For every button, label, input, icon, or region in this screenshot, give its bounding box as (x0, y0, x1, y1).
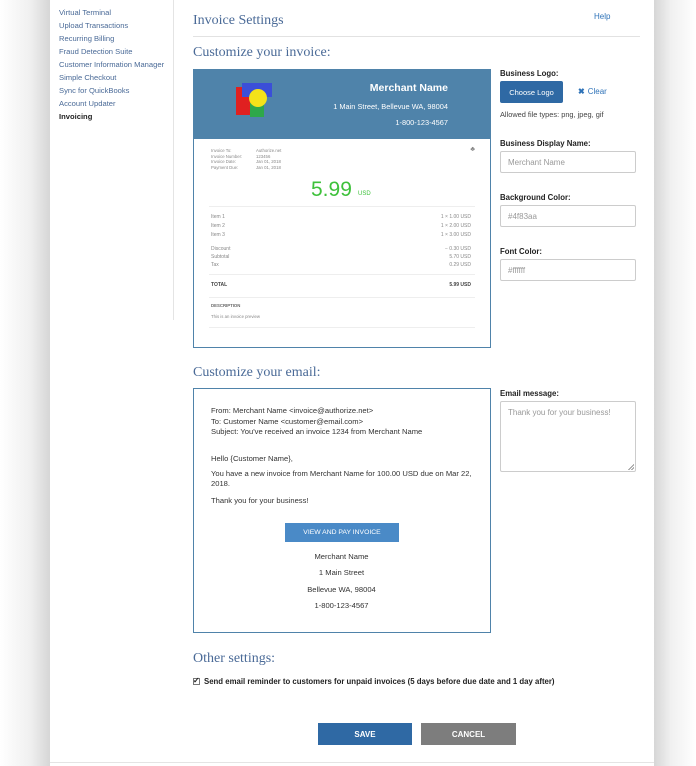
email-body-line: 2018. (211, 479, 231, 488)
email-from: From: Merchant Name <invoice@authorize.n… (211, 406, 374, 415)
meta-value: Jan 01, 2018 (256, 164, 281, 170)
resize-handle-icon[interactable] (628, 464, 634, 470)
merchant-name: Merchant Name (369, 82, 448, 94)
page-shadow-left (0, 0, 50, 766)
meta-value: Jan 01, 2018 (256, 159, 281, 164)
clear-logo-button[interactable]: ✖ Clear (578, 87, 607, 96)
invoice-preview-header: Merchant Name 1 Main Street, Bellevue WA… (194, 70, 490, 139)
display-name-label: Business Display Name: (500, 139, 591, 148)
adjustment-row: Subtotal 5.70 USD (211, 254, 471, 260)
adjustment-value: 0.29 USD (449, 262, 471, 268)
footer-divider (50, 762, 654, 763)
line-item-value: 1 × 3.00 USD (440, 232, 471, 238)
email-city: Bellevue WA, 98004 (307, 585, 376, 594)
font-color-input[interactable]: #ffffff (500, 259, 636, 281)
sidebar-item-simple-checkout[interactable]: Simple Checkout (59, 73, 173, 82)
adjustment-value: 5.70 USD (449, 254, 471, 260)
total-label: TOTAL (211, 282, 228, 288)
invoice-preview-body: Invoice To: Invoice Number: Invoice Date… (206, 145, 477, 335)
sidebar-item-sync-quickbooks[interactable]: Sync for QuickBooks (59, 86, 173, 95)
invoice-preview: Merchant Name 1 Main Street, Bellevue WA… (193, 69, 491, 348)
page-title: Invoice Settings (193, 13, 284, 28)
email-body-line: You have a new invoice from Merchant Nam… (211, 469, 472, 478)
sidebar-item-customer-info-manager[interactable]: Customer Information Manager (59, 60, 173, 69)
sidebar-item-virtual-terminal[interactable]: Virtual Terminal (59, 8, 173, 17)
sidebar-item-fraud-detection[interactable]: Fraud Detection Suite (59, 47, 173, 56)
email-street: 1 Main Street (318, 568, 365, 577)
email-thanks: Thank you for your business! (211, 496, 309, 505)
reminder-checkbox[interactable] (193, 676, 200, 685)
line-item: Item 2 1 × 2.00 USD (211, 223, 471, 229)
line-item-label: Item 2 (211, 223, 225, 229)
divider (209, 274, 475, 275)
merchant-phone: 1-800-123-4567 (395, 118, 448, 127)
line-item: Item 1 1 × 1.00 USD (211, 214, 471, 220)
adjustment-row: Tax 0.29 USD (211, 262, 471, 268)
business-logo-label: Business Logo: (500, 69, 559, 78)
sidebar-item-account-updater[interactable]: Account Updater (59, 99, 173, 108)
invoice-meta-labels: Invoice To: Invoice Number: Invoice Date… (211, 148, 242, 170)
email-greeting: Hello {Customer Name}, (211, 454, 293, 463)
page-shadow-right (654, 0, 696, 766)
help-link[interactable]: Help (594, 12, 610, 21)
email-merchant-name: Merchant Name (314, 552, 369, 561)
font-color-label: Font Color: (500, 247, 543, 256)
email-subject: Subject: You've received an invoice 1234… (211, 427, 423, 436)
sidebar-item-upload-transactions[interactable]: Upload Transactions (59, 21, 173, 30)
cancel-button[interactable]: CANCEL (421, 723, 516, 745)
divider (209, 297, 475, 298)
meta-label: Payment Due: (211, 164, 239, 170)
logo-file-types-hint: Allowed file types: png, jpeg, gif (500, 110, 604, 119)
other-settings-heading: Other settings: (193, 651, 276, 666)
email-section-heading: Customize your email: (193, 365, 321, 380)
description-label: DESCRIPTION (211, 303, 241, 308)
merchant-logo-icon (236, 83, 272, 117)
close-icon: ✖ (578, 87, 585, 96)
line-item: Item 3 1 × 3.00 USD (211, 232, 471, 238)
sidebar-item-invoicing[interactable]: Invoicing (59, 112, 173, 121)
reminder-setting[interactable]: Send email reminder to customers for unp… (193, 676, 555, 686)
divider (209, 206, 475, 207)
email-preview: From: Merchant Name <invoice@authorize.n… (193, 388, 491, 633)
line-item-value: 1 × 2.00 USD (440, 223, 471, 229)
page: Virtual Terminal Upload Transactions Rec… (50, 0, 654, 766)
adjustment-label: Subtotal (211, 254, 230, 260)
email-message-label: Email message: (500, 389, 559, 398)
view-and-pay-button[interactable]: VIEW AND PAY INVOICE (285, 523, 399, 542)
line-item-value: 1 × 1.00 USD (440, 214, 471, 220)
adjustment-label: Discount (211, 246, 231, 252)
line-item-label: Item 3 (211, 232, 225, 238)
email-message-textarea[interactable]: Thank you for your business! (500, 401, 636, 472)
adjustment-row: Discount − 0.30 USD (211, 246, 471, 252)
invoice-meta-values: Authorize.net 123456 Jan 01, 2018 Jan 01… (256, 148, 281, 170)
invoice-amount: 5.99 (311, 178, 352, 201)
clear-label: Clear (587, 87, 607, 96)
choose-logo-button[interactable]: Choose Logo (500, 81, 563, 103)
adjustment-label: Tax (211, 262, 219, 268)
email-phone: 1-800-123-4567 (314, 601, 369, 610)
email-to: To: Customer Name <customer@email.com> (211, 417, 364, 426)
sidebar-item-recurring-billing[interactable]: Recurring Billing (59, 34, 173, 43)
meta-value: Authorize.net (256, 148, 282, 153)
total-value: 5.99 USD (449, 282, 471, 288)
reminder-label: Send email reminder to customers for unp… (204, 677, 555, 686)
bg-color-input[interactable]: #4f83aa (500, 205, 636, 227)
divider (209, 327, 475, 328)
merchant-address: 1 Main Street, Bellevue WA, 98004 (333, 102, 448, 111)
total-row: TOTAL 5.99 USD (211, 282, 471, 288)
invoice-section-heading: Customize your invoice: (193, 45, 331, 60)
line-item-label: Item 1 (211, 214, 225, 220)
title-divider (193, 36, 640, 37)
bg-color-label: Background Color: (500, 193, 571, 202)
display-name-input[interactable]: Merchant Name (500, 151, 636, 173)
sidebar: Virtual Terminal Upload Transactions Rec… (50, 0, 174, 320)
save-button[interactable]: SAVE (318, 723, 412, 745)
print-icon: ♣ (470, 146, 475, 153)
invoice-currency: USD (358, 191, 371, 197)
adjustment-value: − 0.30 USD (445, 246, 471, 252)
email-message-placeholder: Thank you for your business! (508, 408, 611, 417)
description-text: This is an invoice preview (211, 314, 260, 319)
